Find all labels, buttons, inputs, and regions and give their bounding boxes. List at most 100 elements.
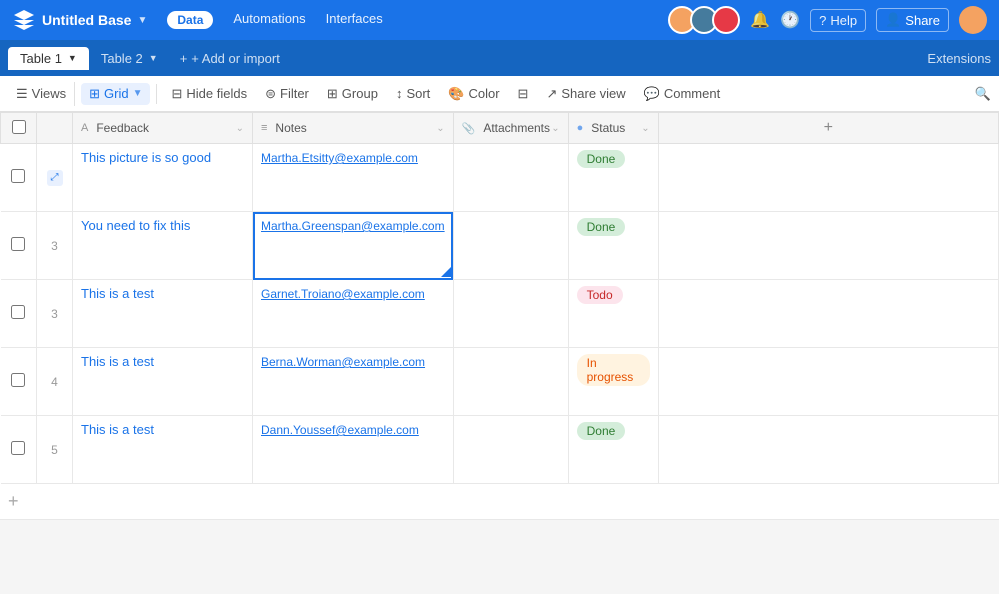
feedback-cell[interactable]: This picture is so good — [73, 144, 253, 212]
th-status[interactable]: ● Status ⌄ — [568, 113, 658, 144]
feedback-expand-icon[interactable]: ⌄ — [236, 123, 244, 134]
color-icon: 🎨 — [448, 86, 464, 102]
feedback-cell[interactable]: This is a test — [73, 416, 253, 484]
add-table-button[interactable]: + + Add or import — [170, 47, 290, 70]
color-button[interactable]: 🎨 Color — [440, 82, 507, 106]
feedback-cell[interactable]: This is a test — [73, 348, 253, 416]
th-checkbox[interactable] — [1, 113, 37, 144]
notes-email-link[interactable]: Dann.Youssef@example.com — [261, 423, 419, 437]
share-button[interactable]: 👤 Share — [876, 8, 949, 32]
comment-button[interactable]: 💬 Comment — [636, 82, 729, 106]
status-expand-icon[interactable]: ⌄ — [641, 123, 649, 134]
notes-cell[interactable]: Martha.Greenspan@example.com — [253, 212, 454, 280]
hide-fields-button[interactable]: ⊟ Hide fields — [163, 82, 255, 106]
notification-icon[interactable]: 🔔 — [750, 10, 770, 30]
add-row-icon: + — [8, 491, 19, 512]
notes-email-link[interactable]: Martha.Greenspan@example.com — [261, 219, 445, 233]
row-expand-icon[interactable]: ⤢ — [47, 170, 63, 186]
main-area: A Feedback ⌄ ≡ Notes ⌄ — [0, 112, 999, 594]
color-label: Color — [468, 86, 499, 101]
notes-email-link[interactable]: Martha.Etsitty@example.com — [261, 151, 418, 165]
row-num: 3 — [51, 307, 58, 321]
attachments-col-icon: 📎 — [462, 122, 476, 135]
user-avatar[interactable] — [959, 6, 987, 34]
row-checkbox[interactable] — [11, 441, 25, 455]
th-attachments[interactable]: 📎 Attachments ⌄ — [453, 113, 568, 144]
attachments-cell[interactable] — [453, 144, 568, 212]
extensions-button[interactable]: Extensions — [927, 51, 991, 66]
row-height-button[interactable]: ⊟ — [510, 82, 537, 106]
notes-expand-icon[interactable]: ⌄ — [436, 123, 444, 134]
row-num-cell: 5 — [37, 416, 73, 484]
search-icon[interactable]: 🔍 — [975, 86, 991, 101]
share-view-label: Share view — [561, 86, 625, 101]
notes-email-link[interactable]: Berna.Worman@example.com — [261, 355, 425, 369]
notes-cell[interactable]: Dann.Youssef@example.com — [253, 416, 454, 484]
status-cell[interactable]: Done — [568, 416, 658, 484]
share-view-button[interactable]: ↗ Share view — [538, 82, 633, 106]
status-cell[interactable]: Done — [568, 212, 658, 280]
th-status-label: Status — [591, 121, 625, 135]
nav-tab-data[interactable]: Data — [167, 11, 213, 29]
search-button[interactable]: 🔍 — [975, 86, 991, 102]
row-checkbox[interactable] — [11, 169, 25, 183]
table-1-chevron-icon[interactable]: ▼ — [68, 53, 77, 63]
feedback-cell[interactable]: This is a test — [73, 280, 253, 348]
th-feedback-label: Feedback — [96, 121, 149, 135]
grid-view-button[interactable]: ⊞ Grid ▼ — [81, 83, 150, 105]
filter-button[interactable]: ⊜ Filter — [257, 82, 317, 106]
status-badge: Done — [577, 218, 626, 236]
row-checkbox[interactable] — [11, 373, 25, 387]
app-title: Untitled Base — [42, 12, 131, 28]
status-col-icon: ● — [577, 122, 584, 134]
attachments-cell[interactable] — [453, 416, 568, 484]
sort-button[interactable]: ↕ Sort — [388, 82, 438, 105]
attachments-cell[interactable] — [453, 348, 568, 416]
table-row: 5 This is a test Dann.Youssef@example.co… — [1, 416, 999, 484]
status-cell[interactable]: In progress — [568, 348, 658, 416]
attachments-expand-icon[interactable]: ⌄ — [551, 123, 559, 134]
group-button[interactable]: ⊞ Group — [319, 82, 386, 106]
row-checkbox[interactable] — [11, 305, 25, 319]
nav-tab-interfaces[interactable]: Interfaces — [326, 11, 383, 29]
app-logo[interactable]: Untitled Base ▼ — [12, 8, 147, 32]
comment-icon: 💬 — [644, 86, 660, 102]
help-button[interactable]: ? Help — [810, 9, 866, 32]
nav-tab-automations[interactable]: Automations — [233, 11, 305, 29]
attachments-cell[interactable] — [453, 280, 568, 348]
feedback-text: This is a test — [81, 422, 154, 437]
table-2-chevron-icon[interactable]: ▼ — [149, 53, 158, 63]
row-num: 3 — [51, 239, 58, 253]
avatar-group — [668, 6, 740, 34]
th-notes[interactable]: ≡ Notes ⌄ — [253, 113, 454, 144]
hide-fields-label: Hide fields — [186, 86, 247, 101]
table-tab-1[interactable]: Table 1 ▼ — [8, 47, 89, 70]
status-badge: Done — [577, 150, 626, 168]
notes-cell[interactable]: Garnet.Troiano@example.com — [253, 280, 454, 348]
hide-fields-icon: ⊟ — [171, 86, 182, 102]
row-checkbox[interactable] — [11, 237, 25, 251]
add-row-button[interactable]: + — [0, 484, 999, 520]
add-table-label: + Add or import — [191, 51, 280, 66]
table-row: 3 You need to fix this Martha.Greenspan@… — [1, 212, 999, 280]
table-1-label: Table 1 — [20, 51, 62, 66]
avatar-3[interactable] — [712, 6, 740, 34]
notes-email-link[interactable]: Garnet.Troiano@example.com — [261, 287, 425, 301]
attachments-cell[interactable] — [453, 212, 568, 280]
notes-cell[interactable]: Berna.Worman@example.com — [253, 348, 454, 416]
notes-cell[interactable]: Martha.Etsitty@example.com — [253, 144, 454, 212]
status-cell[interactable]: Todo — [568, 280, 658, 348]
views-button[interactable]: ☰ Views — [8, 82, 75, 106]
divider — [156, 84, 157, 104]
status-badge: In progress — [577, 354, 650, 386]
grid-chevron-icon[interactable]: ▼ — [133, 88, 143, 99]
select-all-checkbox[interactable] — [12, 120, 26, 134]
title-chevron-icon[interactable]: ▼ — [137, 15, 147, 26]
table-tab-2[interactable]: Table 2 ▼ — [89, 47, 170, 70]
th-add-column[interactable]: + — [658, 113, 998, 144]
feedback-cell[interactable]: You need to fix this — [73, 212, 253, 280]
th-feedback[interactable]: A Feedback ⌄ — [73, 113, 253, 144]
row-checkbox-cell — [1, 280, 37, 348]
history-icon[interactable]: 🕐 — [780, 10, 800, 30]
status-cell[interactable]: Done — [568, 144, 658, 212]
